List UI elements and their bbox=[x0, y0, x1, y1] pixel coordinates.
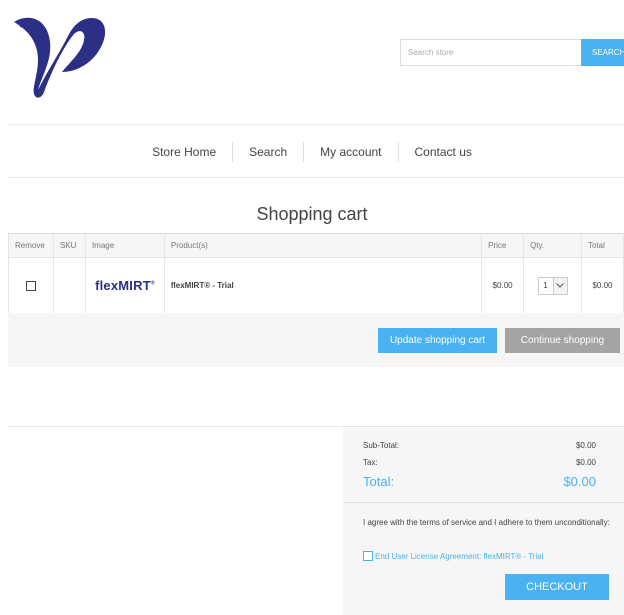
eula-checkbox[interactable] bbox=[363, 551, 373, 561]
subtotal-row: Sub-Total: $0.00 bbox=[363, 441, 596, 450]
divider bbox=[8, 177, 624, 178]
cart-actions: Update shopping cart Continue shopping bbox=[8, 313, 624, 367]
divider bbox=[343, 502, 624, 503]
checkout-button[interactable]: CHECKOUT bbox=[505, 574, 609, 600]
subtotal-value: $0.00 bbox=[575, 441, 596, 450]
col-header-qty: Qty. bbox=[523, 233, 582, 258]
eula-agreement[interactable]: End User License Agreement: flexMIRT® - … bbox=[363, 551, 543, 561]
tax-row: Tax: $0.00 bbox=[363, 458, 596, 467]
page-title: Shopping cart bbox=[256, 204, 368, 224]
total-cell: $0.00 bbox=[581, 257, 624, 314]
nav-item-search[interactable]: Search bbox=[233, 137, 303, 167]
image-cell: flexMIRT® bbox=[84, 257, 165, 314]
col-header-products: Product(s) bbox=[163, 233, 483, 258]
qty-cell: 1 bbox=[523, 257, 582, 314]
col-header-remove: Remove bbox=[8, 233, 54, 258]
nav-item-my-account[interactable]: My account bbox=[304, 137, 397, 167]
tax-value: $0.00 bbox=[575, 458, 596, 467]
store-logo[interactable] bbox=[8, 12, 108, 104]
price-cell: $0.00 bbox=[481, 257, 525, 314]
chevron-down-icon[interactable] bbox=[552, 277, 567, 294]
order-totals: Sub-Total: $0.00 Tax: $0.00 Total: $0.00… bbox=[343, 428, 624, 615]
update-cart-button[interactable]: Update shopping cart bbox=[378, 328, 497, 353]
remove-checkbox[interactable] bbox=[25, 280, 36, 291]
divider bbox=[8, 426, 624, 427]
total-label: Total: bbox=[363, 474, 395, 489]
remove-cell bbox=[8, 257, 54, 314]
product-image-text: flexMIRT bbox=[95, 278, 151, 294]
search-input[interactable] bbox=[400, 39, 581, 66]
terms-text: I agree with the terms of service and I … bbox=[363, 518, 610, 527]
col-header-image: Image bbox=[84, 233, 165, 258]
eula-link[interactable]: End User License Agreement: flexMIRT® - … bbox=[375, 552, 543, 561]
search-box: SEARCH bbox=[400, 39, 624, 66]
col-header-total: Total bbox=[581, 233, 624, 258]
product-cell: flexMIRT® - Trial bbox=[163, 257, 483, 314]
search-button[interactable]: SEARCH bbox=[581, 39, 624, 66]
col-header-price: Price bbox=[481, 233, 525, 258]
top-nav: Store Home Search My account Contact us bbox=[0, 137, 624, 167]
subtotal-label: Sub-Total: bbox=[363, 441, 400, 450]
col-header-sku: SKU bbox=[52, 233, 86, 258]
registered-mark: ® bbox=[150, 280, 155, 287]
quantity-select[interactable]: 1 bbox=[537, 276, 568, 295]
total-row: Total: $0.00 bbox=[363, 474, 596, 489]
product-image[interactable]: flexMIRT® bbox=[95, 278, 155, 293]
continue-shopping-button[interactable]: Continue shopping bbox=[505, 328, 620, 353]
table-row: flexMIRT® flexMIRT® - Trial $0.00 1 $0.0… bbox=[8, 257, 624, 314]
cart-table: Remove SKU Image Product(s) Price Qty. T… bbox=[8, 233, 624, 314]
product-name-link[interactable]: flexMIRT® - Trial bbox=[171, 281, 234, 290]
divider bbox=[8, 124, 624, 125]
total-value: $0.00 bbox=[563, 474, 596, 489]
sku-cell bbox=[52, 257, 86, 314]
nav-item-store-home[interactable]: Store Home bbox=[136, 137, 232, 167]
tax-label: Tax: bbox=[363, 458, 378, 467]
cart-header-row: Remove SKU Image Product(s) Price Qty. T… bbox=[8, 233, 624, 258]
quantity-value: 1 bbox=[543, 281, 548, 291]
nav-item-contact-us[interactable]: Contact us bbox=[399, 137, 488, 167]
